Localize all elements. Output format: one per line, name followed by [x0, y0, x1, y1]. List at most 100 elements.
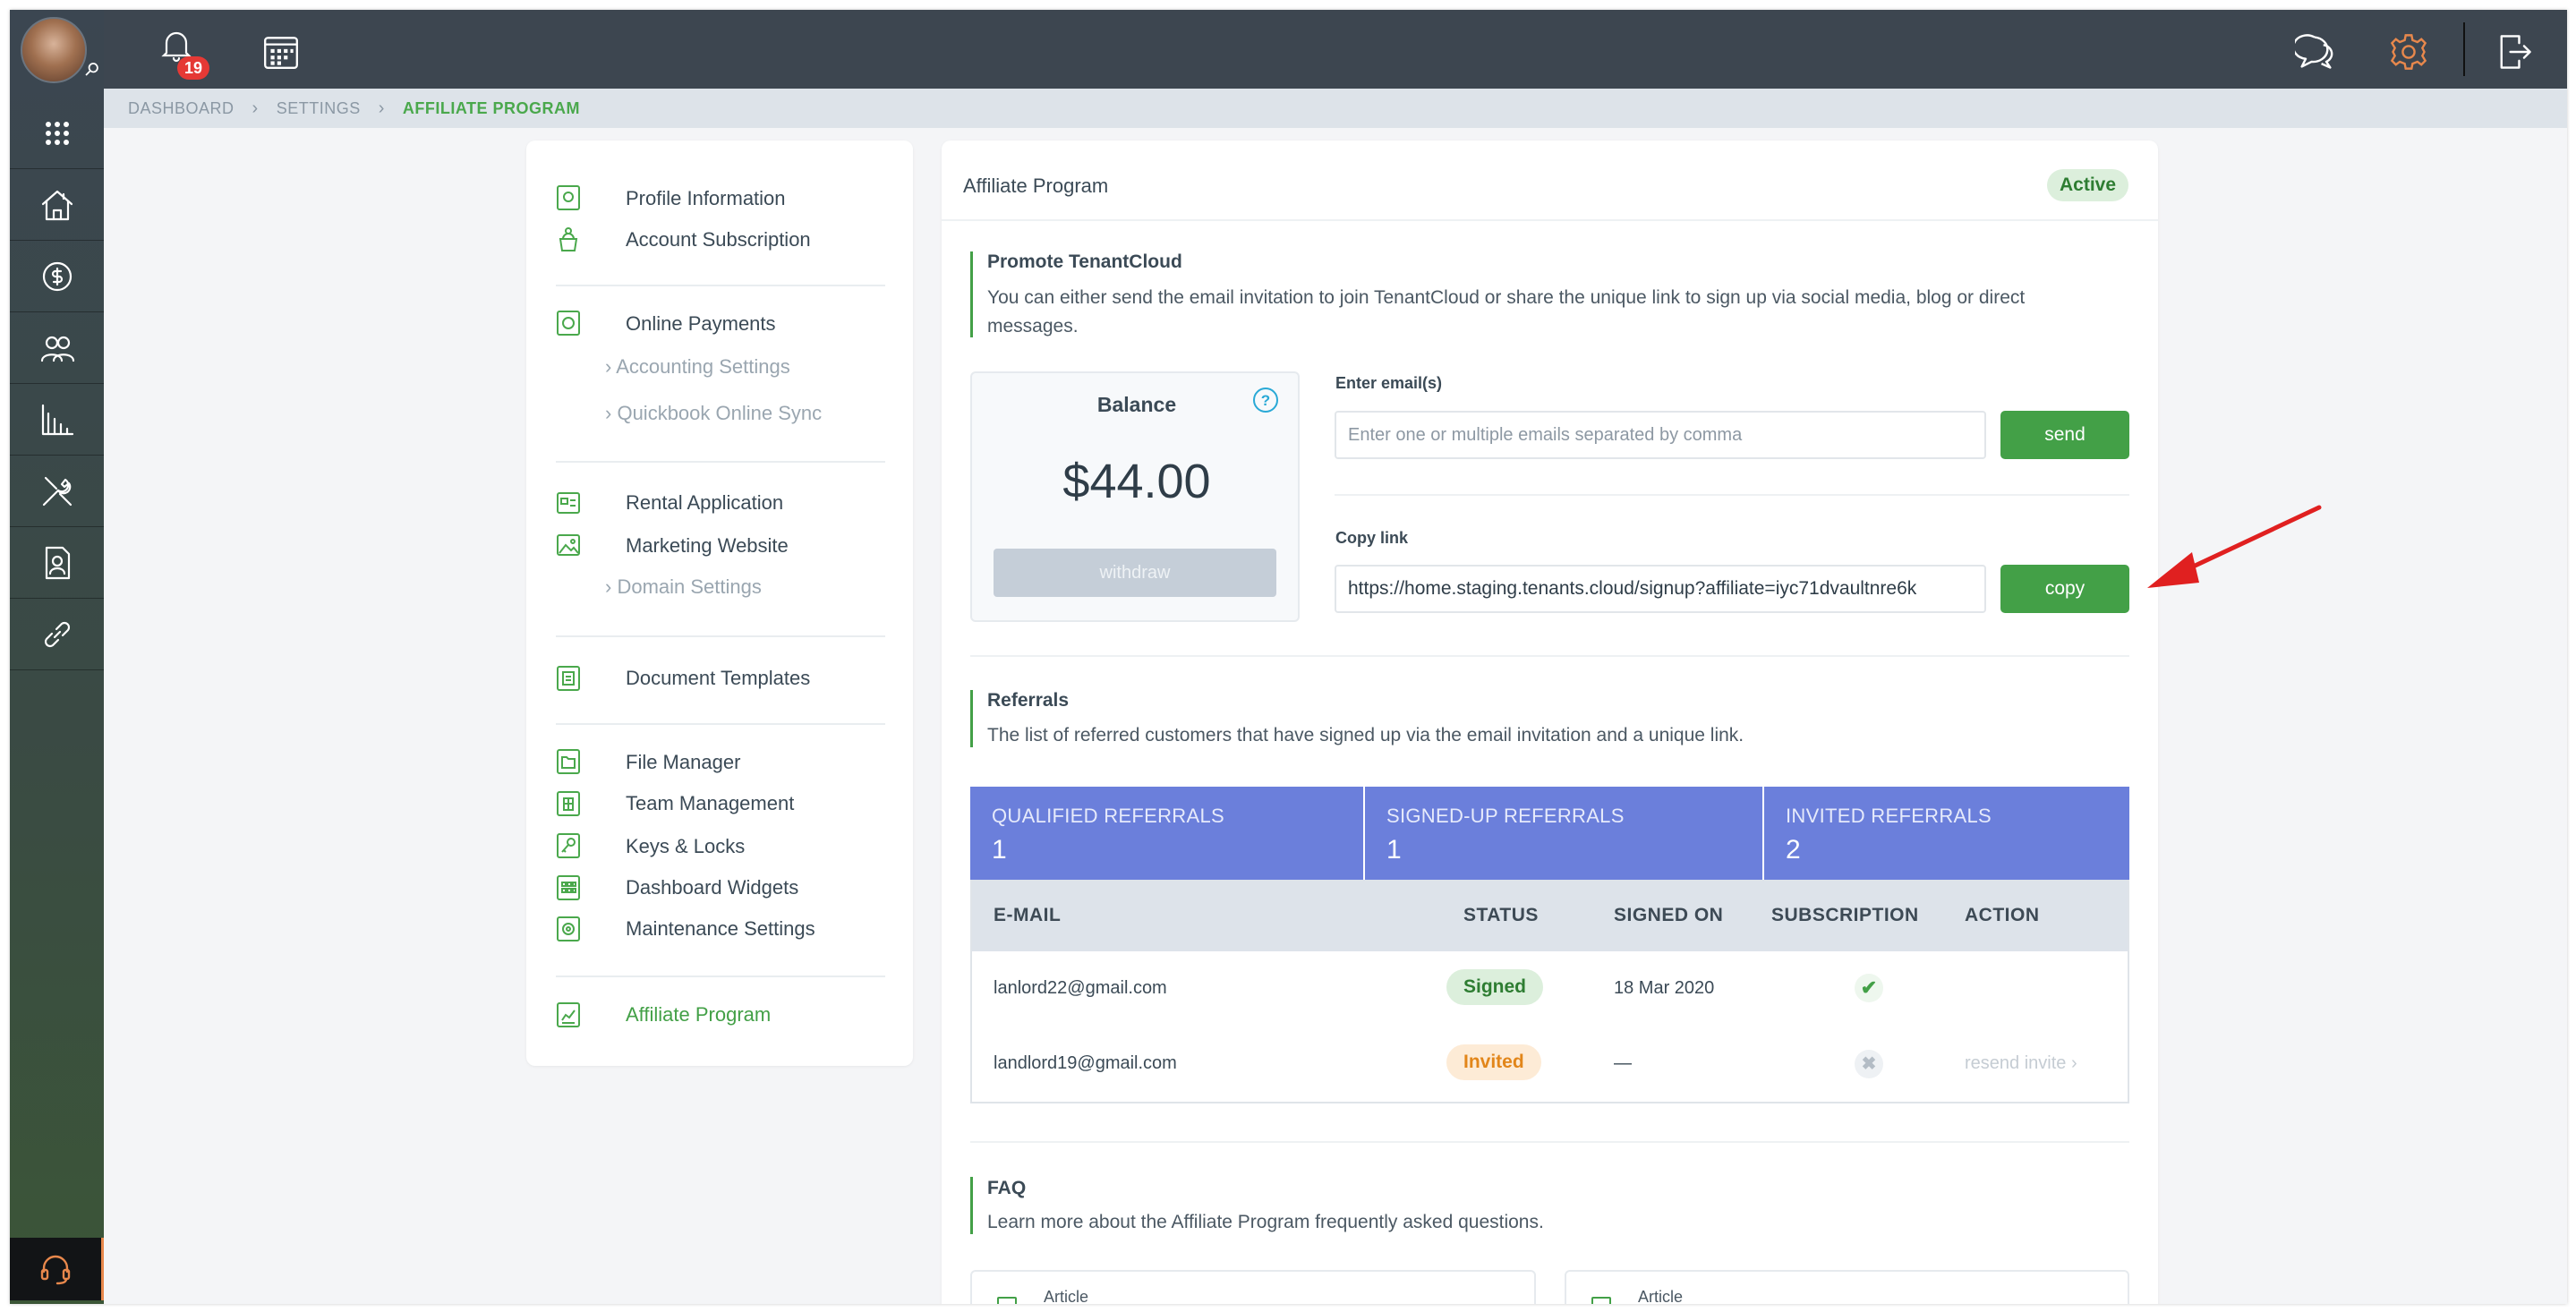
card-header-divider [942, 219, 2158, 221]
menu-item-team-management[interactable]: Team Management [626, 792, 794, 815]
affiliate-link-input[interactable]: https://home.staging.tenants.cloud/signu… [1335, 565, 1986, 613]
widgets-icon [556, 874, 581, 901]
user-avatar[interactable] [21, 17, 87, 83]
domain-settings-label: Domain Settings [617, 575, 762, 598]
faq-article-card[interactable]: Article [970, 1270, 1536, 1304]
stat-signed-up-label: SIGNED-UP REFERRALS [1386, 805, 1625, 827]
left-sidebar: ⚲ [10, 10, 104, 1304]
email-input[interactable]: Enter one or multiple emails separated b… [1335, 411, 1986, 459]
col-subscription: SUBSCRIPTION [1771, 905, 1919, 925]
property-icon [41, 190, 73, 220]
menu-item-keys-locks[interactable]: Keys & Locks [626, 835, 745, 858]
calendar-button[interactable] [261, 32, 303, 73]
withdraw-button[interactable]: withdraw [994, 549, 1276, 597]
menu-item-document-templates[interactable]: Document Templates [626, 667, 810, 690]
notifications-button[interactable]: 19 [158, 26, 211, 80]
sidebar-item-reports[interactable] [10, 384, 104, 456]
menu-item-online-payments[interactable]: Online Payments [626, 312, 776, 336]
top-bar: 19 [104, 10, 2567, 89]
send-button[interactable]: send [2000, 411, 2129, 459]
menu-item-marketing-website[interactable]: Marketing Website [626, 534, 789, 558]
menu-item-affiliate-program[interactable]: Affiliate Program [626, 1003, 771, 1027]
sidebar-item-link[interactable] [10, 599, 104, 670]
quickbook-online-sync-label: Quickbook Online Sync [617, 402, 823, 424]
stat-qualified-value: 1 [992, 835, 1007, 865]
topbar-divider [2463, 22, 2465, 76]
menu-subitem-accounting-settings[interactable]: › Accounting Settings [605, 355, 790, 379]
menu-item-rental-application[interactable]: Rental Application [626, 491, 783, 515]
section-divider [970, 655, 2129, 657]
breadcrumb-affiliate-program: AFFILIATE PROGRAM [402, 98, 581, 117]
affiliate-program-card: Affiliate Program Active Promote TenantC… [942, 141, 2158, 1304]
chevron-right-icon: › [2070, 1053, 2077, 1073]
menu-divider [556, 285, 885, 286]
support-button[interactable] [10, 1238, 104, 1300]
chat-button[interactable] [2292, 31, 2338, 74]
referral-stats: QUALIFIED REFERRALS 1 SIGNED-UP REFERRAL… [970, 787, 2129, 880]
settings-menu: Profile Information Account Subscription… [526, 141, 913, 1066]
headset-icon [40, 1255, 71, 1285]
faq-article-card[interactable]: Article [1565, 1270, 2129, 1304]
col-status: STATUS [1463, 905, 1539, 925]
card-title: Affiliate Program [963, 175, 1109, 197]
breadcrumb: DASHBOARD › SETTINGS › AFFILIATE PROGRAM [104, 89, 2567, 128]
cross-icon: ✖ [1855, 1050, 1883, 1078]
article-icon [997, 1297, 1017, 1304]
table-header: E-MAIL STATUS SIGNED ON SUBSCRIPTION ACT… [972, 880, 2128, 951]
stat-invited-value: 2 [1786, 835, 1801, 865]
row-signed-on: 18 Mar 2020 [1614, 978, 1715, 998]
settings-button[interactable] [2388, 31, 2431, 74]
sidebar-item-people[interactable] [10, 312, 104, 384]
row-email: landlord19@gmail.com [994, 1053, 1177, 1073]
menu-divider [556, 723, 885, 725]
menu-item-file-manager[interactable]: File Manager [626, 751, 740, 774]
resend-invite-link[interactable]: resend invite › [1965, 1053, 2077, 1074]
status-badge: Active [2047, 169, 2129, 201]
stat-invited: INVITED REFERRALS 2 [1764, 787, 2129, 880]
menu-subitem-domain-settings[interactable]: › Domain Settings [605, 575, 762, 599]
accounting-settings-label: Accounting Settings [616, 355, 790, 378]
menu-divider [556, 635, 885, 637]
balance-panel: Balance ? $44.00 withdraw [970, 371, 1300, 622]
people-icon [40, 336, 74, 362]
promote-description-line1: You can either send the email invitation… [987, 287, 2026, 308]
breadcrumb-settings[interactable]: SETTINGS [277, 99, 361, 118]
sidebar-item-documents[interactable] [10, 527, 104, 599]
help-icon[interactable]: ? [1253, 388, 1278, 413]
menu-item-account-subscription[interactable]: Account Subscription [626, 228, 811, 251]
menu-subitem-quickbook-online-sync[interactable]: › Quickbook Online Sync [605, 402, 822, 425]
stat-invited-label: INVITED REFERRALS [1786, 805, 1992, 827]
referrals-table: E-MAIL STATUS SIGNED ON SUBSCRIPTION ACT… [970, 880, 2129, 1103]
sidebar-item-finance[interactable] [10, 241, 104, 312]
row-signed-on: — [1614, 1053, 1632, 1073]
stat-qualified: QUALIFIED REFERRALS 1 [970, 787, 1365, 880]
sidebar-item-tools[interactable] [10, 456, 104, 527]
form-divider [1335, 494, 2129, 496]
team-icon [556, 790, 581, 817]
folder-icon [556, 748, 581, 775]
balance-amount: $44.00 [1062, 455, 1211, 508]
row-email: lanlord22@gmail.com [994, 978, 1167, 998]
tools-icon [42, 476, 72, 506]
reports-icon [41, 404, 73, 435]
key-icon [556, 832, 581, 859]
breadcrumb-dashboard[interactable]: DASHBOARD [128, 99, 235, 118]
stat-qualified-label: QUALIFIED REFERRALS [992, 805, 1224, 827]
table-row: landlord19@gmail.com Invited — ✖ resend … [972, 1027, 2128, 1102]
chevron-right-icon: › [378, 98, 385, 118]
sidebar-item-properties[interactable] [10, 169, 104, 241]
copy-button[interactable]: copy [2000, 565, 2129, 613]
menu-item-dashboard-widgets[interactable]: Dashboard Widgets [626, 876, 798, 899]
article-label: Article [1638, 1288, 1684, 1304]
menu-item-profile-information[interactable]: Profile Information [626, 187, 786, 210]
document-templates-icon [556, 665, 581, 692]
section-accent [970, 251, 973, 337]
article-icon [1591, 1297, 1611, 1304]
menu-item-maintenance-settings[interactable]: Maintenance Settings [626, 917, 815, 941]
article-label: Article [1044, 1288, 1089, 1304]
sidebar-item-apps[interactable] [10, 98, 104, 169]
gear-icon [2390, 34, 2427, 70]
logout-button[interactable] [2494, 31, 2537, 74]
app-window: ⚲ 19 DASHBOARD › SETTINGS › AFFILIATE PR… [10, 10, 2567, 1304]
faq-description: Learn more about the Affiliate Program f… [987, 1212, 1544, 1232]
